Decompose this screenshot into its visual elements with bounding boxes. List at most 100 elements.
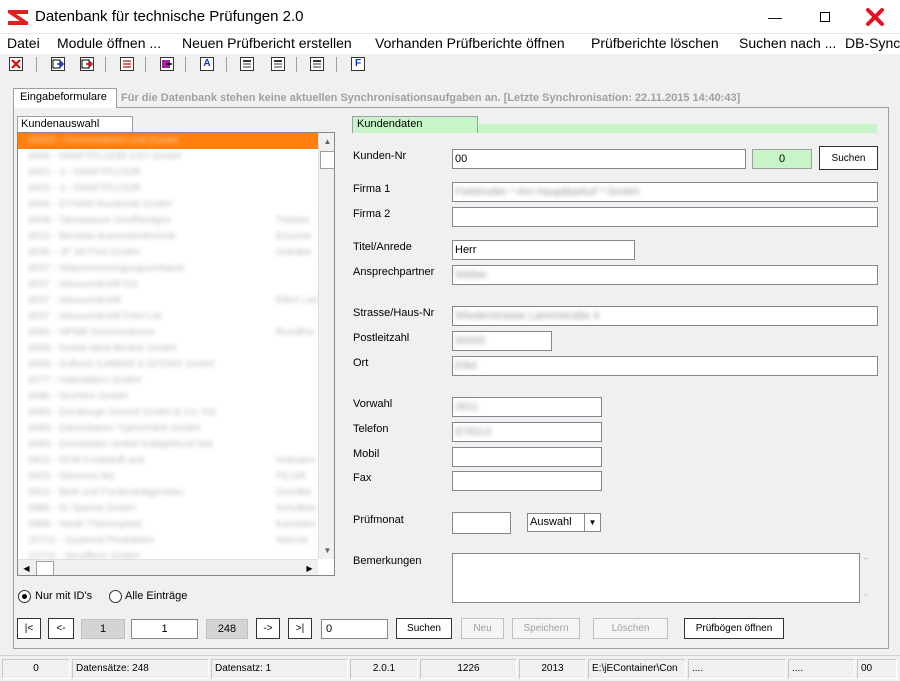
list-item[interactable]: 0036 - JP 3d Print GmbH Gelrabe bbox=[18, 245, 318, 261]
list-item[interactable]: 00003 - Firmennamen und Zusatz bbox=[18, 133, 318, 149]
nav-search-input[interactable]: 0 bbox=[321, 619, 388, 639]
toolbar-close-button[interactable] bbox=[9, 57, 23, 71]
search-customer-button[interactable]: Suchen bbox=[819, 146, 878, 170]
open-test-sheets-button[interactable]: Prüfbögen öffnen bbox=[684, 618, 784, 639]
list-item[interactable]: 0037 - Vacuumdestill KG bbox=[18, 277, 318, 293]
list-item[interactable]: 0050 - HPMB Semconductor Rundtha bbox=[18, 325, 318, 341]
list-item[interactable]: 10712 - Systemd Produktion Warnar bbox=[18, 533, 318, 549]
remarks-field[interactable] bbox=[452, 553, 860, 603]
dropdown-arrow-icon[interactable]: ▼ bbox=[584, 514, 600, 531]
menu-datei[interactable]: Datei bbox=[7, 35, 40, 51]
radio-all-entries-label[interactable]: Alle Einträge bbox=[125, 590, 187, 602]
maximize-button[interactable] bbox=[802, 0, 848, 34]
list-item-name: 0083 - Dorsburge Gmesil GmbH & Co. KG bbox=[28, 407, 217, 418]
menu-module-oeffnen[interactable]: Module öffnen ... bbox=[57, 35, 161, 51]
menu-db-sync[interactable]: DB-Sync bbox=[845, 35, 900, 51]
window-title: Datenbank für technische Prüfungen 2.0 bbox=[35, 8, 304, 25]
list-item[interactable]: 0059 - Zuffon3 SJABAR & GFEMS GmbH bbox=[18, 357, 318, 373]
list-item[interactable]: 0915 - KFM Fundstoff und Holmann bbox=[18, 453, 318, 469]
test-month-select[interactable]: Auswahl ▼ bbox=[527, 513, 601, 532]
fax-field[interactable] bbox=[452, 471, 602, 491]
toolbar-doc-button-3[interactable] bbox=[310, 57, 324, 71]
toolbar-f-button[interactable]: F bbox=[351, 57, 365, 71]
street-field[interactable]: Wiederstrasse Lammstraße 4 bbox=[452, 306, 878, 326]
nav-last-button[interactable]: >| bbox=[288, 618, 312, 639]
status-path: E:\jEContainer\Con bbox=[588, 659, 686, 679]
toolbar-export-purple-button[interactable] bbox=[160, 57, 174, 71]
company1-field[interactable]: Fiskbruder * Am Hauptbarbuf * GmbH bbox=[452, 182, 878, 202]
minimize-button[interactable]: — bbox=[752, 0, 798, 34]
list-item[interactable]: 0989 - Heckl Thermoplast Kandelre bbox=[18, 517, 318, 533]
toolbar-doc-button-1[interactable] bbox=[240, 57, 254, 71]
chevron-down-icon[interactable]: ⌄ bbox=[862, 588, 870, 599]
list-item[interactable]: 0037 - Wasserversorgungsverband bbox=[18, 261, 318, 277]
city-field[interactable]: Eifel bbox=[452, 356, 878, 376]
radio-only-ids[interactable] bbox=[18, 590, 31, 603]
vertical-scrollbar[interactable]: ▲ ▼ bbox=[318, 133, 334, 559]
list-item[interactable]: 0002 - 3 - KRAFTFLOOR bbox=[18, 181, 318, 197]
list-item[interactable]: 0083 - Dmmbiden Verbel Kollaphfund bnk bbox=[18, 437, 318, 453]
list-item[interactable]: 0058 - Kneisl Ideal Becker GmbH bbox=[18, 341, 318, 357]
new-button[interactable]: Neu bbox=[461, 618, 504, 639]
toolbar-export-button[interactable] bbox=[51, 57, 65, 71]
nav-next-button[interactable]: -> bbox=[256, 618, 280, 639]
close-window-button[interactable] bbox=[852, 0, 898, 34]
arrow-left-icon[interactable]: ◀ bbox=[18, 560, 35, 575]
list-item-name: 0915 - KFM Fundstoff und bbox=[28, 455, 144, 466]
customer-list[interactable]: 00003 - Firmennamen und Zusatz 0000 - KRA… bbox=[17, 132, 335, 576]
list-item[interactable]: 0000 - KRAFTFLOOR GST GmbH bbox=[18, 149, 318, 165]
list-item[interactable]: 0004 - DYNAN Rundumb GmbH bbox=[18, 197, 318, 213]
list-item[interactable]: 0077 - Halmatiken GmbH bbox=[18, 373, 318, 389]
company2-field[interactable] bbox=[452, 207, 878, 227]
radio-all-entries[interactable] bbox=[109, 590, 122, 603]
menu-pruefberichte-loeschen[interactable]: Prüfberichte löschen bbox=[591, 35, 719, 51]
arrow-right-icon[interactable]: ▶ bbox=[301, 560, 318, 575]
horizontal-scrollbar[interactable]: ◀ ▶ bbox=[18, 559, 318, 575]
vertical-scroll-thumb[interactable] bbox=[320, 151, 334, 169]
toolbar-a-button[interactable]: A bbox=[200, 57, 214, 71]
tab-eingabeformulare[interactable]: Eingabeformulare bbox=[13, 88, 117, 108]
list-item-name: 0004 - DYNAN Rundumb GmbH bbox=[28, 199, 172, 210]
contact-field[interactable]: Weber bbox=[452, 265, 878, 285]
tab-kundendaten[interactable]: Kundendaten bbox=[352, 116, 478, 133]
list-item-location: Kandelre bbox=[276, 519, 317, 530]
list-item[interactable]: 0924 - Bleh und Forderanlagenbau Gerolbe bbox=[18, 485, 318, 501]
zip-field[interactable]: 90000 bbox=[452, 331, 552, 351]
list-item[interactable]: 0080 - Sechtrin GmbH bbox=[18, 389, 318, 405]
nav-search-button[interactable]: Suchen bbox=[396, 618, 452, 639]
save-button[interactable]: Speichern bbox=[512, 618, 580, 639]
list-item[interactable]: 0037 - Vacuumdestill Erbrl Ltd bbox=[18, 309, 318, 325]
customer-no-field[interactable]: 00 bbox=[452, 149, 746, 169]
tab-kundenauswahl[interactable]: Kundenauswahl bbox=[17, 116, 133, 133]
list-item[interactable]: 0001 - 3 - KRAFTFLOOR bbox=[18, 165, 318, 181]
customer-id-count: 0 bbox=[752, 149, 812, 169]
chevron-up-icon[interactable]: ⌃ bbox=[862, 556, 870, 567]
menu-neuen-pruefbericht[interactable]: Neuen Prüfbericht erstellen bbox=[182, 35, 352, 51]
radio-only-ids-label[interactable]: Nur mit ID's bbox=[35, 590, 92, 602]
list-item[interactable]: 0923 - Siemens AG PILGR bbox=[18, 469, 318, 485]
toolbar-doc-button-2[interactable] bbox=[271, 57, 285, 71]
horizontal-scroll-thumb[interactable] bbox=[36, 561, 54, 575]
nav-first-button[interactable]: |< bbox=[17, 618, 41, 639]
delete-button[interactable]: Löschen bbox=[593, 618, 668, 639]
phone-field[interactable]: 878113 bbox=[452, 422, 602, 442]
toolbar-export-red-button[interactable] bbox=[80, 57, 94, 71]
test-month-field[interactable] bbox=[452, 512, 511, 534]
arrow-down-icon[interactable]: ▼ bbox=[319, 542, 334, 559]
menu-suchen-nach[interactable]: Suchen nach ... bbox=[739, 35, 836, 51]
list-item-name: 0986 - Kr Spenta GmbH bbox=[28, 503, 136, 514]
arrow-up-icon[interactable]: ▲ bbox=[319, 133, 334, 150]
nav-prev-button[interactable]: <- bbox=[48, 618, 74, 639]
list-item[interactable]: 0986 - Kr Spenta GmbH Schollele bbox=[18, 501, 318, 517]
list-item[interactable]: 0083 - Dorsburge Gmesil GmbH & Co. KG bbox=[18, 405, 318, 421]
list-item[interactable]: 0037 - Vacuumdestill Elterl Lad bbox=[18, 293, 318, 309]
list-item[interactable]: 0015 - Bereitas Autonotenfechnik Essenw bbox=[18, 229, 318, 245]
title-field[interactable]: Herr bbox=[452, 240, 635, 260]
nav-record-input[interactable]: 1 bbox=[131, 619, 198, 639]
toolbar-report-button[interactable] bbox=[120, 57, 134, 71]
mobile-field[interactable] bbox=[452, 447, 602, 467]
list-item[interactable]: 0083 - Dammbaren Ygetrichlich GmbH bbox=[18, 421, 318, 437]
list-item[interactable]: 0008 - Tanzwasser Großfertigen Trebew bbox=[18, 213, 318, 229]
area-code-field[interactable]: 0911 bbox=[452, 397, 602, 417]
menu-vorhandene-pruefberichte[interactable]: Vorhanden Prüfberichte öffnen bbox=[375, 35, 565, 51]
